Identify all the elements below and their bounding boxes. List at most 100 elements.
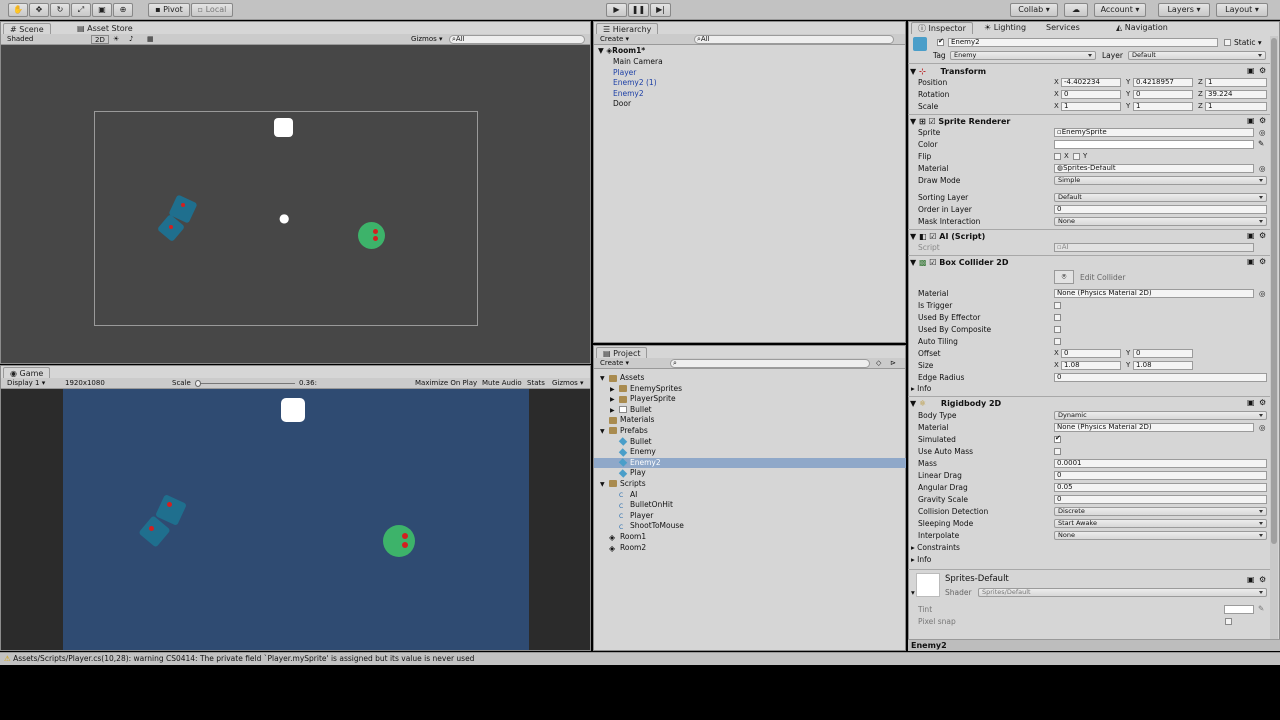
tag-dropdown[interactable]: Enemy: [950, 51, 1096, 60]
project-tree-item[interactable]: C ShootToMouse: [594, 521, 906, 532]
sprite-field[interactable]: ▫EnemySprite: [1054, 128, 1254, 137]
transform-header[interactable]: ▼ ⊹ Transform: [910, 66, 1268, 78]
static-checkbox[interactable]: [1224, 39, 1231, 46]
collider-material-field[interactable]: None (Physics Material 2D): [1054, 289, 1254, 298]
project-tree-item[interactable]: C Player: [594, 511, 906, 522]
rotation-x-field[interactable]: 0: [1061, 90, 1121, 99]
gizmos-dropdown[interactable]: Gizmos ▾: [411, 35, 443, 44]
used-by-effector-checkbox[interactable]: [1054, 314, 1061, 321]
help-icon[interactable]: ▣: [1247, 116, 1255, 125]
object-picker-icon[interactable]: ◎: [1259, 423, 1266, 432]
project-tree-item[interactable]: ◈ Room2: [594, 543, 906, 554]
offset-x-field[interactable]: 0: [1061, 349, 1121, 358]
help-icon[interactable]: ▣: [1247, 575, 1255, 584]
hierarchy-item-main-camera[interactable]: Main Camera: [613, 57, 893, 68]
scene-root[interactable]: ▼ ◈Room1*: [598, 46, 645, 57]
tab-inspector[interactable]: ⓘ Inspector: [911, 22, 973, 34]
hierarchy-search-input[interactable]: ⌕All: [694, 35, 894, 44]
use-auto-mass-checkbox[interactable]: [1054, 448, 1061, 455]
layout-dropdown[interactable]: Layout ▾: [1216, 3, 1268, 17]
sorting-layer-dropdown[interactable]: Default: [1054, 193, 1267, 202]
collider-info-foldout[interactable]: ▸ Info: [911, 384, 931, 393]
project-tree-item[interactable]: Materials: [594, 415, 906, 426]
linear-drag-field[interactable]: 0: [1054, 471, 1267, 480]
gear-icon[interactable]: ⚙: [1259, 257, 1266, 266]
pivot-button[interactable]: ▪ Pivot: [148, 3, 190, 17]
tab-navigation[interactable]: ◭ Navigation: [1110, 22, 1174, 34]
gear-icon[interactable]: ⚙: [1259, 66, 1266, 75]
resolution-dropdown[interactable]: 1920x1080: [65, 379, 165, 388]
tint-swatch[interactable]: [1224, 605, 1254, 614]
audio-toggle-icon[interactable]: ♪: [129, 35, 133, 44]
project-tree-item[interactable]: ▼ Prefabs: [594, 426, 906, 437]
sleeping-mode-dropdown[interactable]: Start Awake: [1054, 519, 1267, 528]
help-icon[interactable]: ▣: [1247, 398, 1255, 407]
project-tree-item[interactable]: C AI: [594, 490, 906, 501]
step-button[interactable]: ▶|: [650, 3, 671, 17]
scale-slider-track[interactable]: [197, 383, 295, 384]
project-create-dropdown[interactable]: Create ▾: [600, 359, 629, 368]
active-checkbox[interactable]: ✔: [937, 37, 944, 46]
project-tree-item[interactable]: Enemy: [594, 447, 906, 458]
door-sprite[interactable]: [274, 118, 293, 137]
filter-by-type-icon[interactable]: ◇: [876, 359, 881, 368]
pause-button[interactable]: ❚❚: [628, 3, 649, 17]
game-gizmos-dropdown[interactable]: Gizmos ▾: [552, 379, 584, 388]
scale-z-field[interactable]: 1: [1205, 102, 1267, 111]
tab-lighting[interactable]: ☀ Lighting: [978, 22, 1032, 34]
material-field[interactable]: ◍Sprites-Default: [1054, 164, 1254, 173]
maximize-on-play-toggle[interactable]: Maximize On Play: [415, 379, 477, 388]
inspector-scrollbar-thumb[interactable]: [1271, 38, 1277, 544]
rigidbody-header[interactable]: ▼ ⚛ Rigidbody 2D: [910, 398, 1268, 410]
rect-tool-icon[interactable]: ▣: [92, 3, 112, 17]
body-type-dropdown[interactable]: Dynamic: [1054, 411, 1267, 420]
mass-field[interactable]: 0.0001: [1054, 459, 1267, 468]
scene-viewport[interactable]: ●: [1, 45, 590, 363]
help-icon[interactable]: ▣: [1247, 231, 1255, 240]
layers-dropdown[interactable]: Layers ▾: [1158, 3, 1210, 17]
position-z-field[interactable]: 1: [1205, 78, 1267, 87]
mask-interaction-dropdown[interactable]: None: [1054, 217, 1267, 226]
collision-detection-dropdown[interactable]: Discrete: [1054, 507, 1267, 516]
object-picker-icon[interactable]: ◎: [1259, 289, 1266, 298]
interpolate-dropdown[interactable]: None: [1054, 531, 1267, 540]
project-tree-item[interactable]: Play: [594, 468, 906, 479]
object-picker-icon[interactable]: ◎: [1259, 128, 1266, 137]
hierarchy-item-enemy2[interactable]: Enemy2: [613, 89, 893, 100]
used-by-composite-checkbox[interactable]: [1054, 326, 1061, 333]
position-x-field[interactable]: -4.402234: [1061, 78, 1121, 87]
scale-tool-icon[interactable]: ⤢: [71, 3, 91, 17]
tab-services[interactable]: Services: [1040, 22, 1086, 34]
project-tree-item[interactable]: ▼ Scripts: [594, 479, 906, 490]
play-button[interactable]: ▶: [606, 3, 627, 17]
eyedropper-icon[interactable]: ✎: [1258, 139, 1264, 148]
constraints-foldout[interactable]: ▸ Constraints: [911, 543, 960, 552]
rb-info-foldout[interactable]: ▸ Info: [911, 555, 931, 564]
layer-dropdown[interactable]: Default: [1128, 51, 1266, 60]
flip-x-checkbox[interactable]: [1054, 153, 1061, 160]
help-icon[interactable]: ▣: [1247, 66, 1255, 75]
help-icon[interactable]: ▣: [1247, 257, 1255, 266]
gear-icon[interactable]: ⚙: [1259, 575, 1266, 584]
hand-tool-icon[interactable]: ✋: [8, 3, 28, 17]
project-tree-item[interactable]: ▶ Bullet: [594, 405, 906, 416]
edit-collider-button[interactable]: ⍟: [1054, 270, 1074, 284]
order-in-layer-field[interactable]: 0: [1054, 205, 1267, 214]
hierarchy-item-door[interactable]: Door: [613, 99, 893, 110]
scene-search-input[interactable]: ⌕All: [449, 35, 585, 44]
project-tree-item[interactable]: ▼ Assets: [594, 373, 906, 384]
box-collider-header[interactable]: ▼ ▩ ☑ Box Collider 2D: [910, 257, 1268, 269]
auto-tiling-checkbox[interactable]: [1054, 338, 1061, 345]
transform-tool-icon[interactable]: ⊕: [113, 3, 133, 17]
draw-mode-dropdown[interactable]: Simple: [1054, 176, 1267, 185]
effects-toggle-icon[interactable]: ▦: [147, 35, 154, 44]
scale-x-field[interactable]: 1: [1061, 102, 1121, 111]
cloud-icon[interactable]: ☁: [1064, 3, 1088, 17]
rotation-y-field[interactable]: 0: [1133, 90, 1193, 99]
player-sprite[interactable]: [358, 222, 385, 249]
hierarchy-item-enemy2-1[interactable]: Enemy2 (1): [613, 78, 893, 89]
scale-y-field[interactable]: 1: [1133, 102, 1193, 111]
hierarchy-item-player[interactable]: Player: [613, 68, 893, 79]
gear-icon[interactable]: ⚙: [1259, 398, 1266, 407]
size-y-field[interactable]: 1.08: [1133, 361, 1193, 370]
